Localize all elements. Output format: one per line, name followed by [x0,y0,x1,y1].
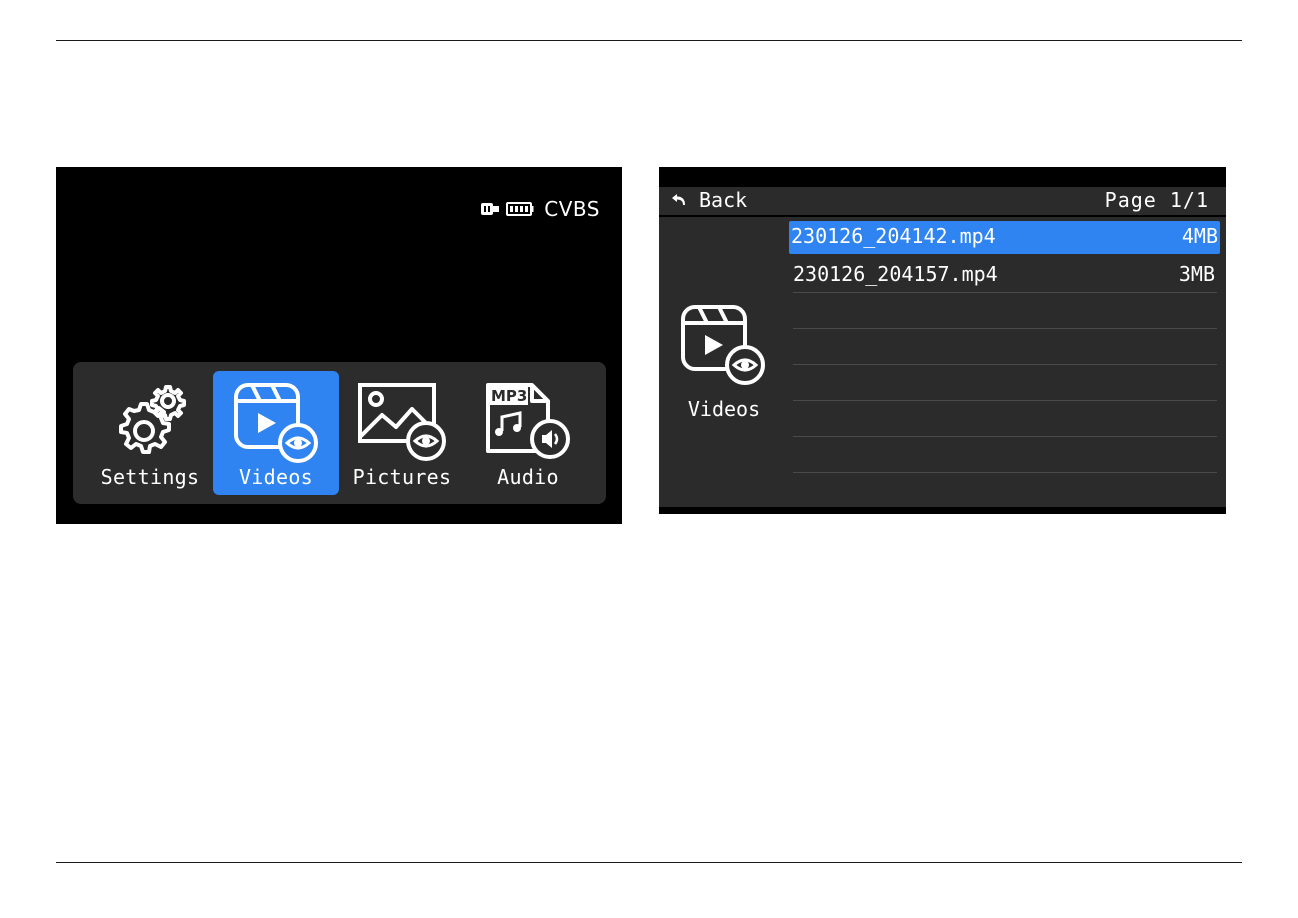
picture-view-icon [358,383,446,461]
back-label: Back [699,188,748,212]
menu-item-pictures[interactable]: Pictures [339,371,465,495]
file-browser-screen: Back Page 1/1 Videos 230126_204142.mp4 4… [659,167,1226,514]
file-name: 230126_204142.mp4 [791,224,996,248]
file-list: 230126_204142.mp4 4MB 230126_204157.mp4 … [789,221,1223,473]
folder-sidebar: Videos [659,217,789,507]
menu-item-audio[interactable]: MP3 Audio [465,371,591,495]
menu-label-pictures: Pictures [352,465,452,489]
menu-item-videos[interactable]: Videos [213,371,339,495]
file-row[interactable]: 230126_204142.mp4 4MB [789,221,1220,254]
back-arrow-icon [672,194,685,205]
back-button[interactable]: Back [671,188,747,212]
page-indicator: Page 1/1 [1104,188,1209,212]
file-size: 3MB [1178,262,1215,286]
empty-row [793,329,1217,365]
empty-row [793,437,1217,473]
top-rule [56,40,1242,41]
empty-row [793,365,1217,401]
usb-icon [481,203,500,215]
empty-row [793,293,1217,329]
gears-icon [119,385,186,454]
output-mode-label: CVBS [544,197,600,221]
folder-label: Videos [687,397,761,421]
home-screen: CVBS Settings Videos Pictures MP3 Audio [56,167,622,524]
mp3-audio-icon: MP3 [486,383,570,459]
menu-label-settings: Settings [100,465,200,489]
file-list-panel: Videos 230126_204142.mp4 4MB 230126_2041… [659,217,1226,507]
empty-row [793,401,1217,437]
video-view-icon [681,305,765,385]
mp3-tag: MP3 [491,387,527,405]
file-name: 230126_204157.mp4 [793,262,998,286]
menu-label-videos: Videos [238,465,314,489]
battery-icon [506,202,534,216]
file-row[interactable]: 230126_204157.mp4 3MB [793,257,1217,293]
main-menu-dock: Settings Videos Pictures MP3 Audio [73,362,606,504]
status-bar: CVBS [480,197,600,221]
header-bar: Back Page 1/1 [659,187,1226,215]
bottom-rule [56,862,1242,863]
menu-label-audio: Audio [497,465,559,489]
file-size: 4MB [1181,224,1218,248]
menu-item-settings[interactable]: Settings [87,371,213,495]
video-view-icon [234,383,318,463]
